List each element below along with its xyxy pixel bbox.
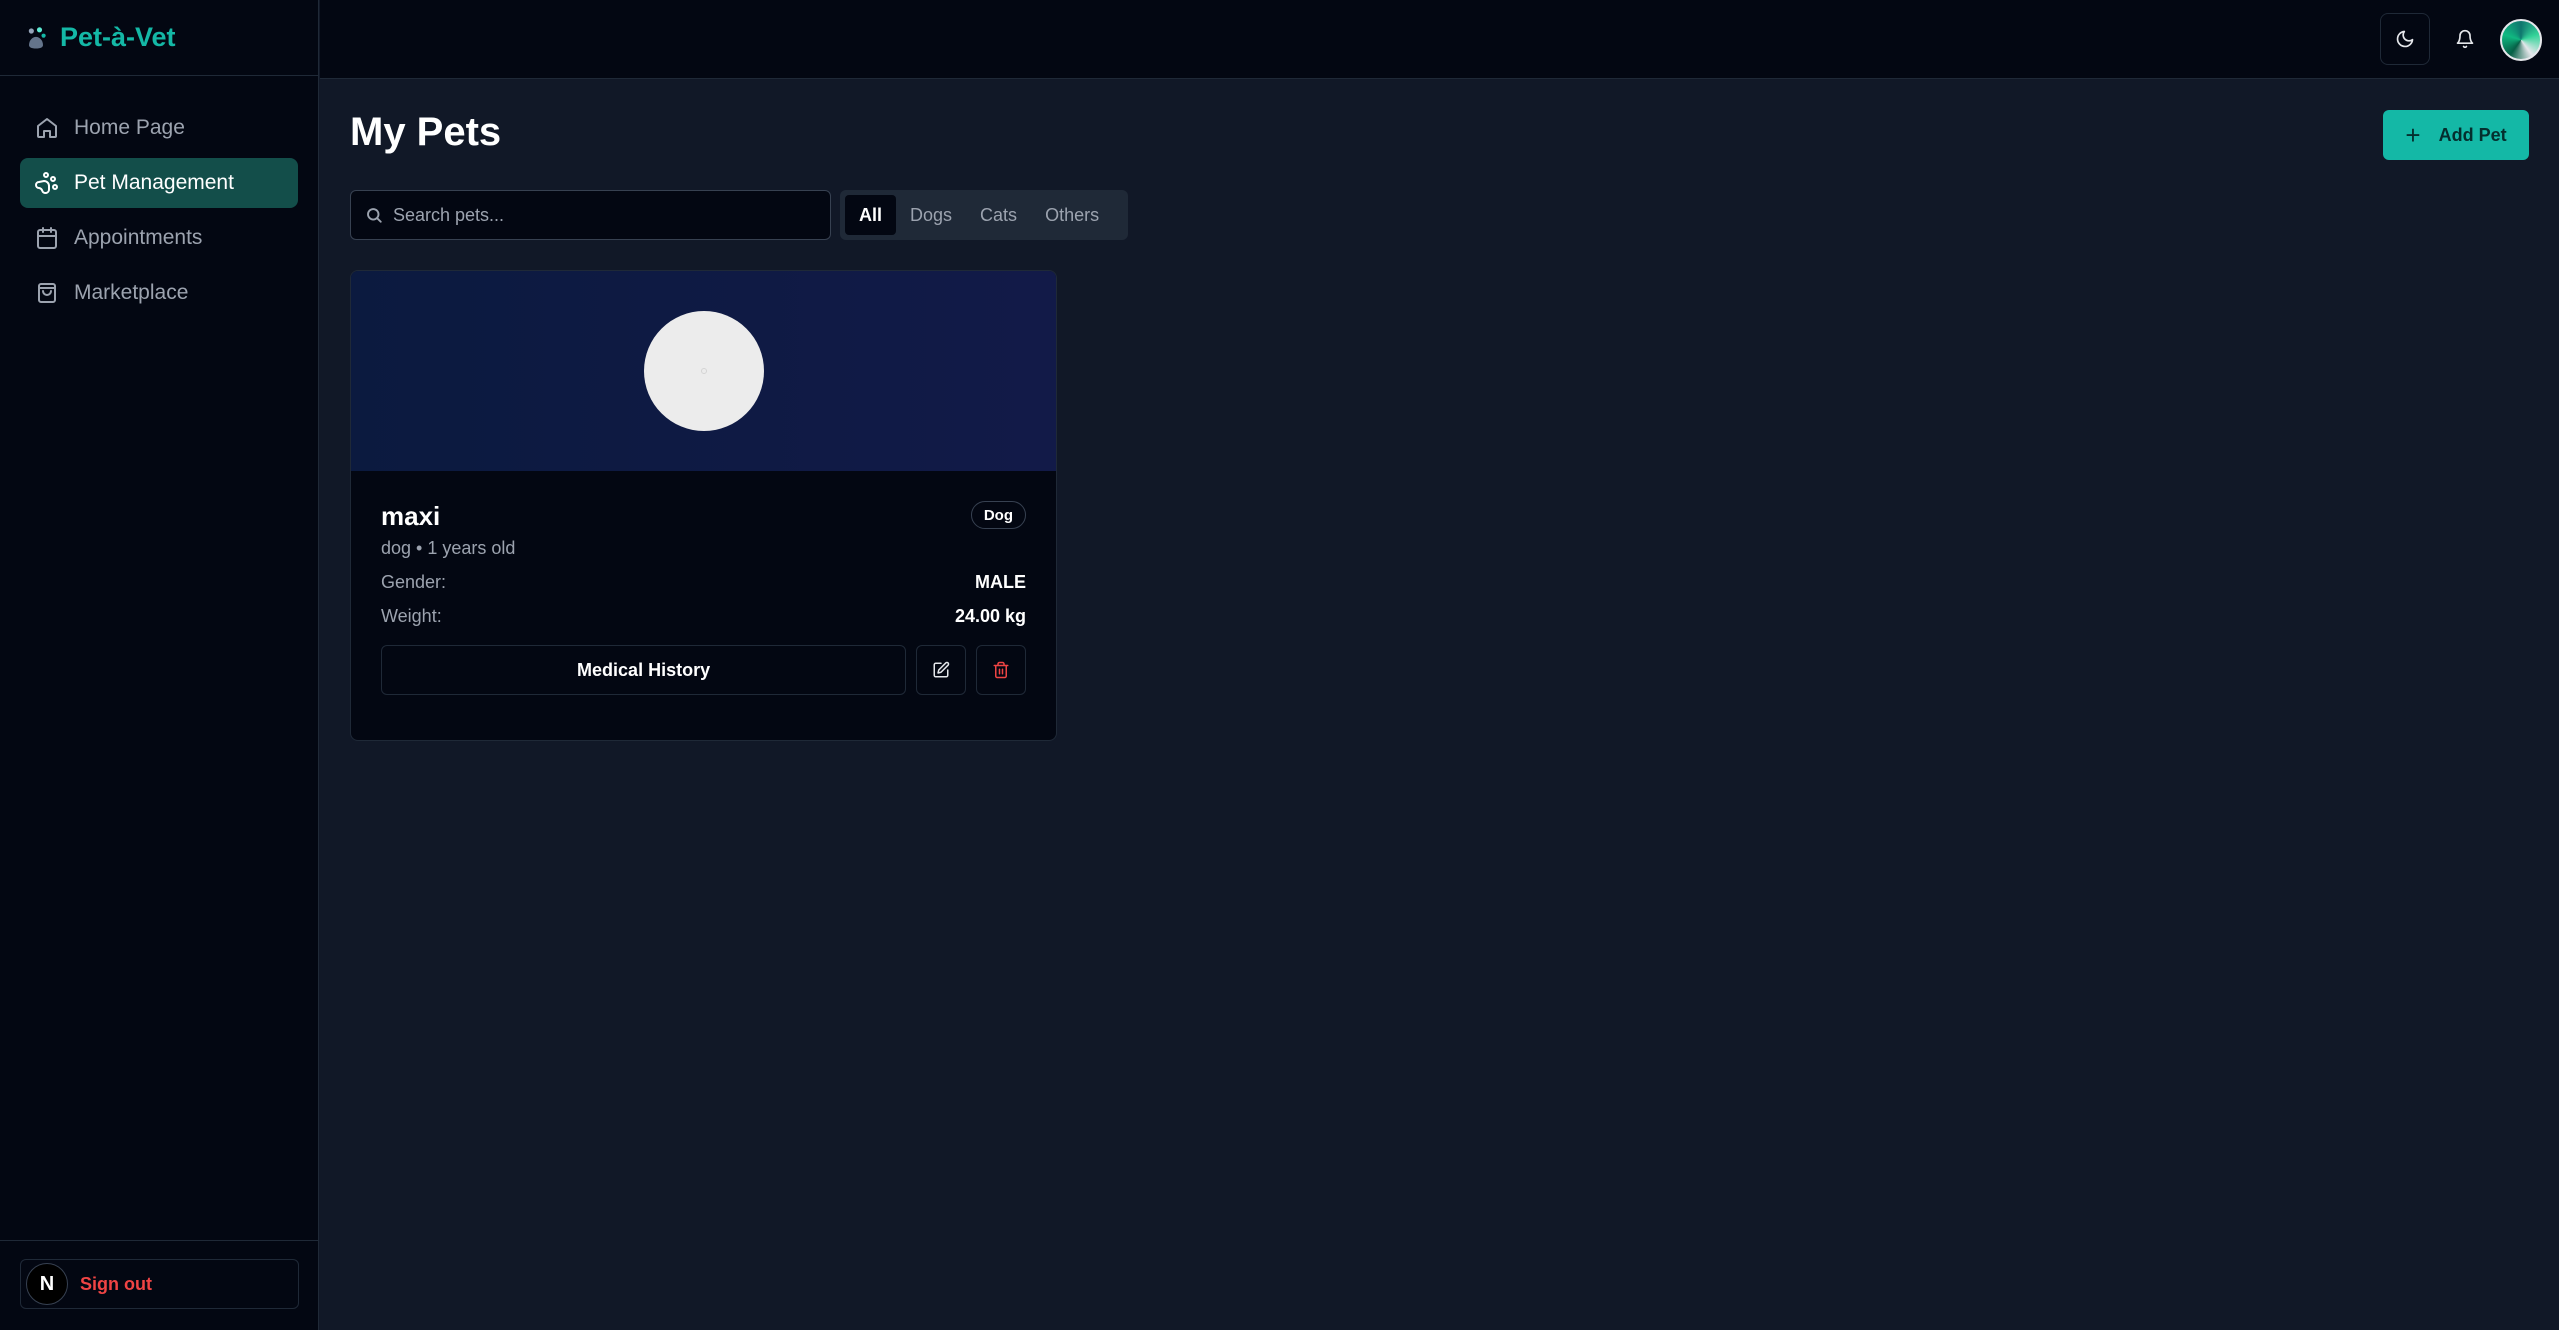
- calendar-icon: [35, 226, 59, 250]
- notifications-button[interactable]: [2440, 13, 2490, 65]
- pet-card-header: [351, 271, 1056, 471]
- pet-card-body: maxi dog • 1 years old Dog Gender: MALE …: [351, 471, 1056, 695]
- filter-tab-dogs[interactable]: Dogs: [896, 195, 966, 235]
- detail-key: Weight:: [381, 606, 442, 626]
- sidebar-item-label: Appointments: [74, 226, 203, 249]
- user-avatar[interactable]: [2500, 19, 2542, 61]
- pet-card-actions: Medical History: [381, 645, 1026, 695]
- sidebar-nav: Home Page Pet Management Appointments Ma…: [0, 76, 318, 318]
- sidebar-item-pet-management[interactable]: Pet Management: [20, 158, 298, 208]
- filter-tab-cats[interactable]: Cats: [966, 195, 1031, 235]
- shopping-bag-icon: [35, 281, 59, 305]
- sidebar-item-home-page[interactable]: Home Page: [20, 103, 298, 153]
- bell-icon: [2456, 29, 2474, 49]
- page-title: My Pets: [350, 110, 502, 154]
- brand-name: Pet-à-Vet: [60, 22, 176, 52]
- edit-pet-button[interactable]: [916, 645, 967, 695]
- add-pet-button[interactable]: + Add Pet: [2383, 110, 2529, 160]
- search-input[interactable]: [393, 204, 813, 226]
- sidebar-item-label: Home Page: [74, 116, 185, 139]
- brand[interactable]: Pet-à-Vet: [0, 0, 318, 76]
- moon-icon: [2396, 30, 2414, 48]
- detail-value: 24.00 kg: [954, 606, 1026, 626]
- sign-out-button[interactable]: N Sign out: [20, 1259, 299, 1309]
- pet-type-filter: All Dogs Cats Others: [840, 190, 1128, 240]
- filter-tab-others[interactable]: Others: [1031, 195, 1113, 235]
- plus-icon: +: [2405, 120, 2421, 150]
- pet-card: maxi dog • 1 years old Dog Gender: MALE …: [350, 270, 1057, 741]
- pet-subtitle: dog • 1 years old: [381, 538, 516, 558]
- search-icon: [367, 208, 382, 223]
- detail-key: Gender:: [381, 572, 447, 592]
- pet-detail-gender: Gender: MALE: [381, 572, 1026, 593]
- edit-icon: [933, 661, 950, 678]
- pet-detail-weight: Weight: 24.00 kg: [381, 606, 1026, 627]
- sidebar-footer: N Sign out: [0, 1240, 319, 1330]
- paw-logo-icon: [28, 26, 46, 48]
- sidebar: Pet-à-Vet Home Page Pet Management Appoi…: [0, 0, 319, 1330]
- pet-photo: [643, 311, 764, 431]
- sign-out-label: Sign out: [80, 1273, 152, 1294]
- medical-history-button[interactable]: Medical History: [381, 645, 907, 695]
- paw-icon: [35, 171, 59, 195]
- avatar: N: [26, 1263, 68, 1305]
- sidebar-item-label: Marketplace: [74, 281, 189, 304]
- home-icon: [35, 116, 59, 140]
- trash-icon: [993, 661, 1009, 679]
- sidebar-item-label: Pet Management: [74, 171, 234, 194]
- pet-name: maxi: [381, 501, 441, 531]
- search-box: [350, 190, 831, 240]
- add-pet-label: Add Pet: [2438, 124, 2507, 145]
- sidebar-item-appointments[interactable]: Appointments: [20, 213, 298, 263]
- pet-type-badge: Dog: [970, 501, 1026, 529]
- theme-toggle-button[interactable]: [2380, 13, 2430, 65]
- sidebar-item-marketplace[interactable]: Marketplace: [20, 268, 298, 318]
- detail-value: MALE: [975, 572, 1026, 592]
- filter-tab-all[interactable]: All: [845, 195, 897, 235]
- delete-pet-button[interactable]: [976, 645, 1026, 695]
- top-bar: [320, 0, 2559, 79]
